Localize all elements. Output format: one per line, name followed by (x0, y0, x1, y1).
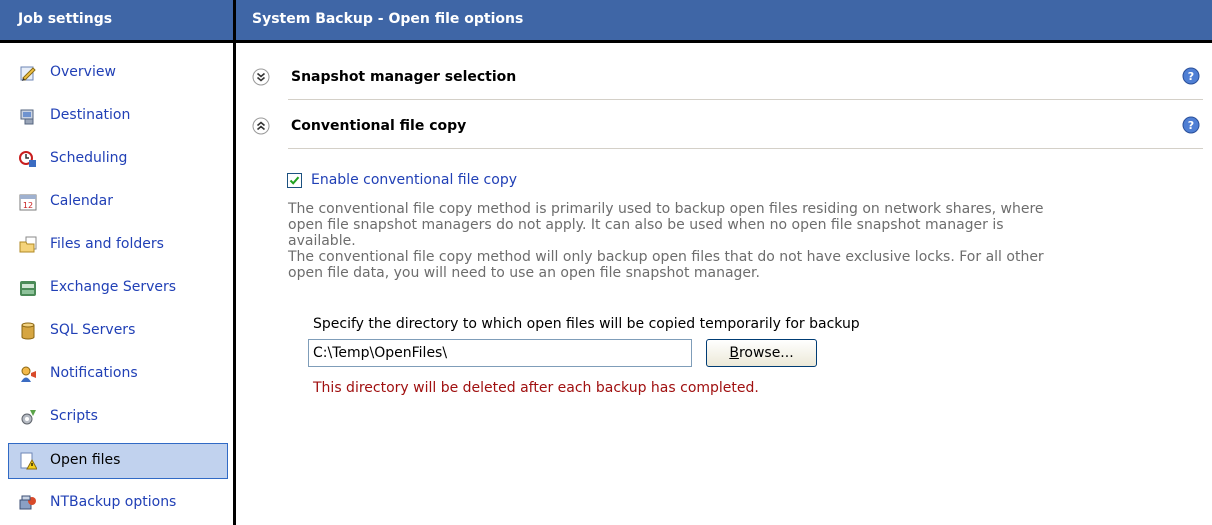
overview-icon (20, 66, 36, 81)
conventional-description: The conventional file copy method is pri… (288, 201, 1068, 281)
page-title: System Backup - Open file options (252, 11, 524, 27)
help-icon[interactable]: ? (1182, 116, 1200, 134)
calendar-icon: 12 (19, 194, 37, 211)
sidebar-item-label: SQL Servers (50, 322, 136, 338)
section-conventional-file-copy[interactable]: Conventional file copy ? (236, 102, 1212, 150)
sidebar-item-label: Notifications (50, 365, 138, 381)
sidebar: Job settings Overview Destination Schedu… (0, 0, 236, 525)
warning-text: This directory will be deleted after eac… (313, 380, 759, 396)
sidebar-item-ntbackup-options[interactable]: NTBackup options (9, 486, 225, 520)
ntbackup-icon (19, 495, 36, 510)
browse-button[interactable]: Browse... (706, 339, 817, 367)
svg-text:?: ? (1188, 119, 1194, 132)
notifications-icon (21, 366, 36, 382)
section-snapshot-manager[interactable]: Snapshot manager selection ? (236, 53, 1212, 101)
exchange-icon (20, 281, 36, 296)
sidebar-item-label: Files and folders (50, 236, 164, 252)
scheduling-icon (19, 151, 36, 167)
directory-label: Specify the directory to which open file… (313, 316, 860, 332)
folder-icon (19, 236, 37, 253)
section-title: Conventional file copy (291, 118, 467, 134)
sidebar-item-open-files[interactable]: Open files (8, 443, 228, 479)
sidebar-item-files-and-folders[interactable]: Files and folders (9, 228, 225, 262)
section-divider (288, 148, 1203, 149)
description-paragraph: The conventional file copy method will o… (288, 249, 1044, 281)
svg-text:12: 12 (23, 201, 33, 210)
svg-text:?: ? (1188, 70, 1194, 83)
section-title: Snapshot manager selection (291, 69, 517, 85)
open-files-icon (20, 452, 37, 470)
destination-icon (20, 109, 34, 125)
sidebar-title: Job settings (18, 11, 113, 27)
chevron-double-down-icon[interactable] (252, 68, 270, 86)
sidebar-item-label: Destination (50, 107, 131, 123)
chevron-double-up-icon[interactable] (252, 117, 270, 135)
main-header: System Backup - Open file options (236, 0, 1212, 43)
database-icon (21, 322, 35, 340)
sidebar-item-scheduling[interactable]: Scheduling (9, 142, 225, 176)
section-divider (288, 99, 1203, 100)
sidebar-item-label: Exchange Servers (50, 279, 177, 295)
scripts-icon (21, 410, 36, 425)
sidebar-item-calendar[interactable]: 12 Calendar (9, 185, 225, 219)
sidebar-item-notifications[interactable]: Notifications (9, 357, 225, 391)
enable-conventional-copy-checkbox[interactable] (287, 173, 302, 188)
directory-input[interactable] (308, 339, 692, 367)
browse-button-label: Browse... (729, 345, 794, 361)
checkbox-label[interactable]: Enable conventional file copy (311, 172, 517, 188)
sidebar-item-label: Scheduling (50, 150, 128, 166)
help-icon[interactable]: ? (1182, 67, 1200, 85)
sidebar-item-label: Calendar (50, 193, 113, 209)
sidebar-item-sql-servers[interactable]: SQL Servers (9, 314, 225, 348)
sidebar-item-exchange-servers[interactable]: Exchange Servers (9, 271, 225, 305)
sidebar-item-label: Scripts (50, 408, 98, 424)
sidebar-item-label: NTBackup options (50, 494, 177, 510)
checkmark-icon (289, 176, 300, 185)
sidebar-item-scripts[interactable]: Scripts (9, 400, 225, 434)
sidebar-item-overview[interactable]: Overview (9, 56, 225, 90)
sidebar-item-label: Overview (50, 64, 116, 80)
description-paragraph: The conventional file copy method is pri… (288, 201, 1044, 249)
sidebar-item-label: Open files (50, 452, 121, 468)
sidebar-header: Job settings (0, 0, 233, 43)
sidebar-item-destination[interactable]: Destination (9, 99, 225, 133)
